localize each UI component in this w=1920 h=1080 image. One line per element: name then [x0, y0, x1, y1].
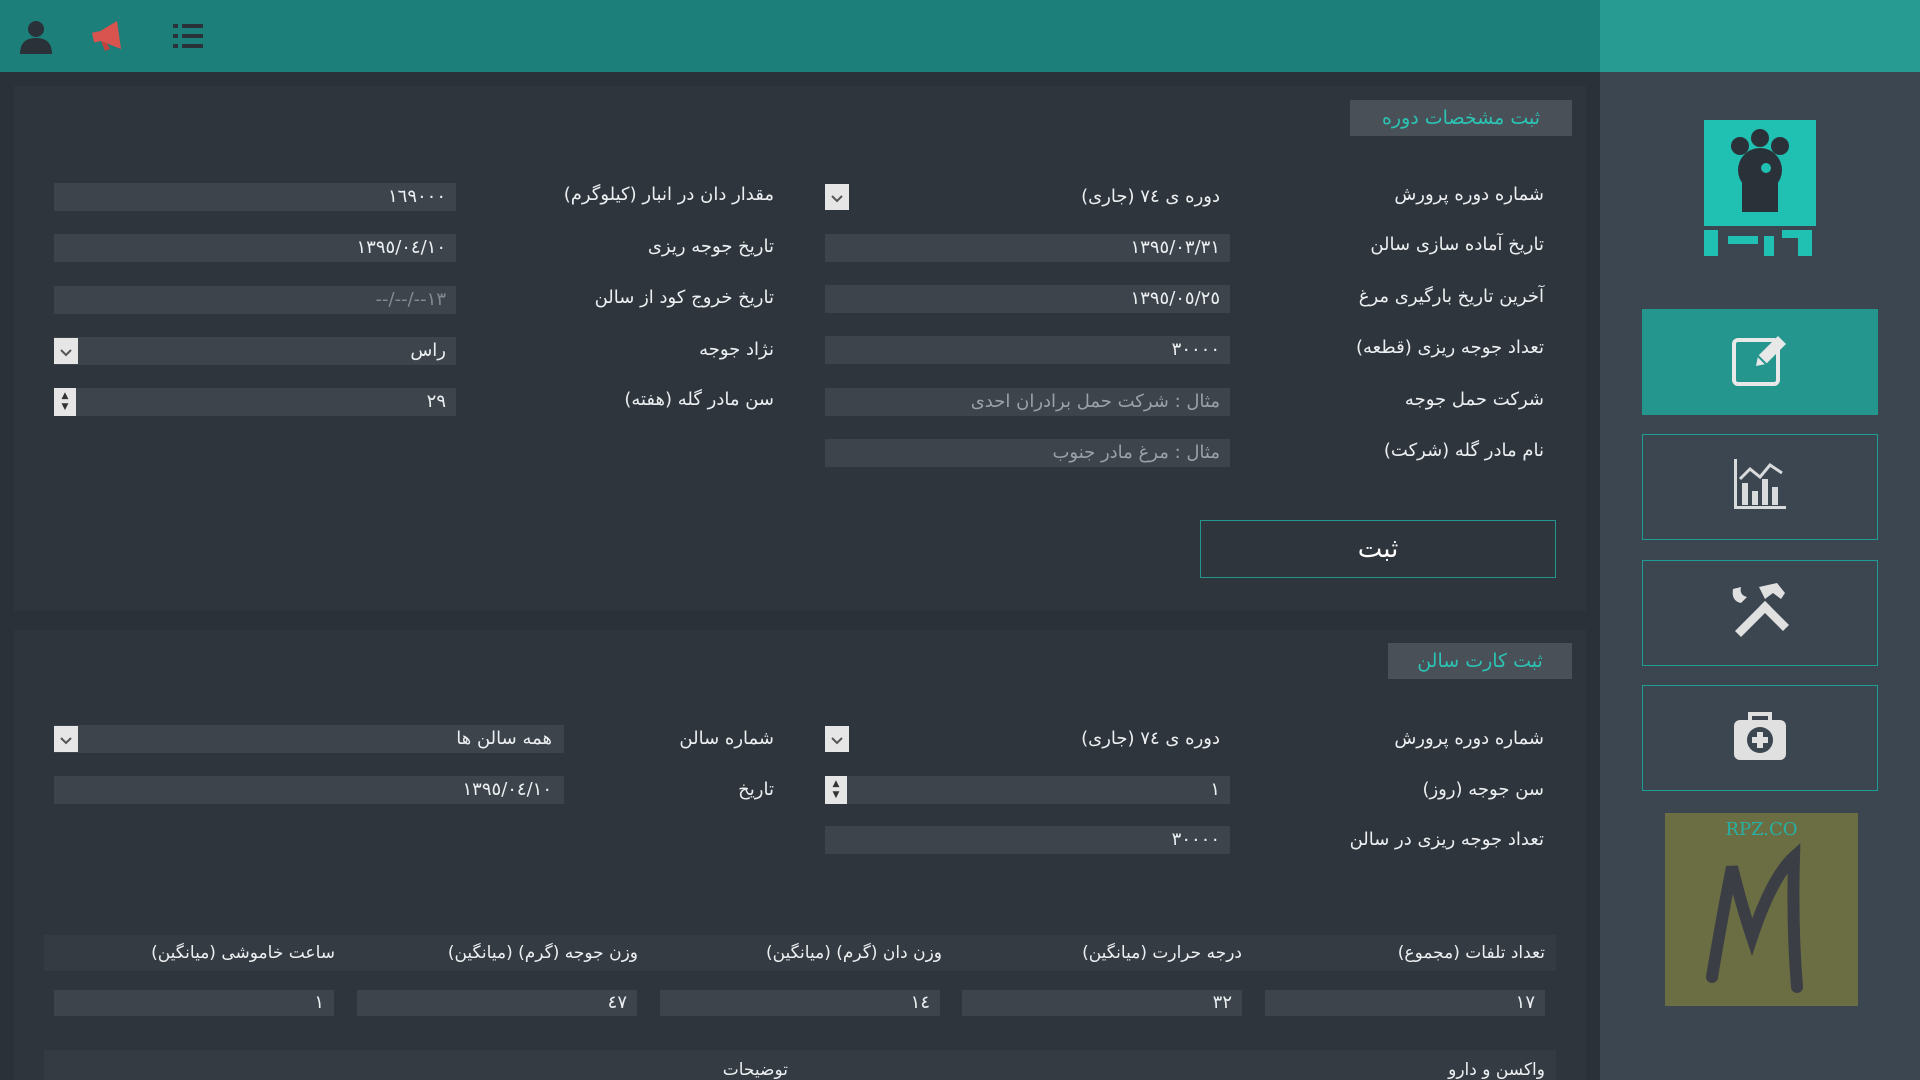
chick-age-field[interactable]: ١ — [825, 776, 1230, 804]
hall-period-number-label: شماره دوره پرورش — [1394, 728, 1544, 749]
chick-age-label: سن جوجه (روز) — [1422, 779, 1544, 800]
submit-button[interactable]: ثبت — [1200, 520, 1556, 578]
stat-field-chick-weight[interactable]: ٤٧ — [357, 990, 637, 1016]
reports-nav-button[interactable] — [1642, 434, 1878, 540]
last-load-date-field[interactable]: ١٣٩٥/٠٥/٢٥ — [825, 285, 1230, 313]
mother-age-field[interactable]: ٢٩ — [54, 388, 456, 416]
hall-panel-title: ثبت کارت سالن — [1388, 643, 1572, 679]
feed-stock-label: مقدار دان در انبار (کیلوگرم) — [563, 184, 774, 205]
stat-label-temperature: درجه حرارت (میانگین) — [1082, 943, 1242, 963]
stat-field-blackout-hours[interactable]: ١ — [54, 990, 334, 1016]
hall-prep-date-field[interactable]: ١٣٩٥/٠٣/٣١ — [825, 234, 1230, 262]
stepper-down-icon: ▼ — [61, 402, 69, 412]
stepper-up-icon: ▲ — [61, 391, 69, 401]
stat-label-chick-weight: وزن جوجه (گرم) (میانگین) — [447, 943, 638, 963]
chart-icon — [1728, 453, 1792, 521]
transport-company-field[interactable]: مثال : شرکت حمل برادران احدی — [825, 388, 1230, 416]
hall-number-dropdown-button[interactable] — [54, 726, 78, 752]
stat-label-feed-weight: وزن دان (گرم) (میانگین) — [765, 943, 942, 963]
edit-nav-button[interactable] — [1642, 309, 1878, 415]
hall-prep-date-label: تاریخ آماده سازی سالن — [1370, 234, 1544, 255]
mother-flock-name-field[interactable]: مثال : مرغ مادر جنوب — [825, 439, 1230, 467]
medical-nav-button[interactable] — [1642, 685, 1878, 791]
list-icon[interactable] — [164, 12, 212, 60]
transport-company-label: شرکت حمل جوجه — [1404, 389, 1544, 410]
hall-number-select[interactable]: همه سالن ها — [54, 725, 564, 753]
stepper-down-icon: ▼ — [832, 790, 840, 800]
watermark-text: RPZ.CO — [1725, 819, 1798, 840]
vaccine-label: واکسن و دارو — [1448, 1060, 1545, 1080]
period-number-select[interactable]: دوره ی ٧٤ (جاری) — [825, 183, 1230, 211]
mother-age-label: سن مادر گله (هفته) — [624, 389, 774, 410]
chick-breed-label: نژاد جوجه — [699, 339, 774, 360]
stat-field-feed-weight[interactable]: ١٤ — [660, 990, 940, 1016]
chick-count-field[interactable]: ٣٠٠٠٠ — [825, 336, 1230, 364]
chevron-down-icon — [60, 342, 72, 361]
chick-age-stepper[interactable]: ▲ ▼ — [825, 776, 847, 804]
bottom-header — [44, 1050, 1556, 1080]
manure-exit-date-field[interactable]: ١٣--/--/-- — [54, 286, 456, 314]
stat-field-temperature[interactable]: ٣٢ — [962, 990, 1242, 1016]
megaphone-icon[interactable] — [88, 12, 136, 60]
date-label: تاریخ — [738, 779, 774, 800]
date-field[interactable]: ١٣٩٥/٠٤/١٠ — [54, 776, 564, 804]
feed-stock-field[interactable]: ١٦٩٠٠٠ — [54, 183, 456, 211]
chick-date-field[interactable]: ١٣٩٥/٠٤/١٠ — [54, 234, 456, 262]
user-icon[interactable] — [12, 12, 60, 60]
period-number-label: شماره دوره پرورش — [1394, 184, 1544, 205]
stat-field-mortality[interactable]: ١٧ — [1265, 990, 1545, 1016]
bird-logo — [1700, 118, 1820, 258]
stat-label-mortality: تعداد تلفات (مجموع) — [1397, 943, 1545, 963]
notes-label: توضیحات — [722, 1060, 788, 1080]
top-bar-right — [1600, 0, 1920, 72]
tools-icon — [1725, 579, 1795, 647]
stepper-up-icon: ▲ — [832, 779, 840, 789]
hall-period-number-select[interactable]: دوره ی ٧٤ (جاری) — [825, 725, 1230, 753]
chick-breed-select[interactable]: راس — [54, 337, 456, 365]
chick-count-hall-field[interactable]: ٣٠٠٠٠ — [825, 826, 1230, 854]
mother-flock-name-label: نام مادر گله (شرکت) — [1383, 440, 1544, 461]
medkit-icon — [1730, 708, 1790, 768]
chevron-down-icon — [60, 730, 72, 749]
manure-exit-date-label: تاریخ خروج کود از سالن — [594, 287, 774, 308]
chick-count-hall-label: تعداد جوجه ریزی در سالن — [1349, 829, 1544, 850]
stat-label-blackout-hours: ساعت خاموشی (میانگین) — [151, 943, 335, 963]
top-bar — [0, 0, 1600, 72]
watermark-logo: RPZ.CO — [1665, 813, 1858, 1006]
chick-breed-dropdown-button[interactable] — [54, 338, 78, 364]
chick-date-label: تاریخ جوجه ریزی — [647, 236, 774, 257]
tools-nav-button[interactable] — [1642, 560, 1878, 666]
hall-number-label: شماره سالن — [679, 728, 774, 749]
edit-icon — [1728, 328, 1792, 396]
period-panel-title: ثبت مشخصات دوره — [1350, 100, 1572, 136]
last-load-date-label: آخرین تاریخ بارگیری مرغ — [1358, 286, 1544, 307]
chick-count-label: تعداد جوجه ریزی (قطعه) — [1356, 337, 1544, 358]
mother-age-stepper[interactable]: ▲ ▼ — [54, 388, 76, 416]
